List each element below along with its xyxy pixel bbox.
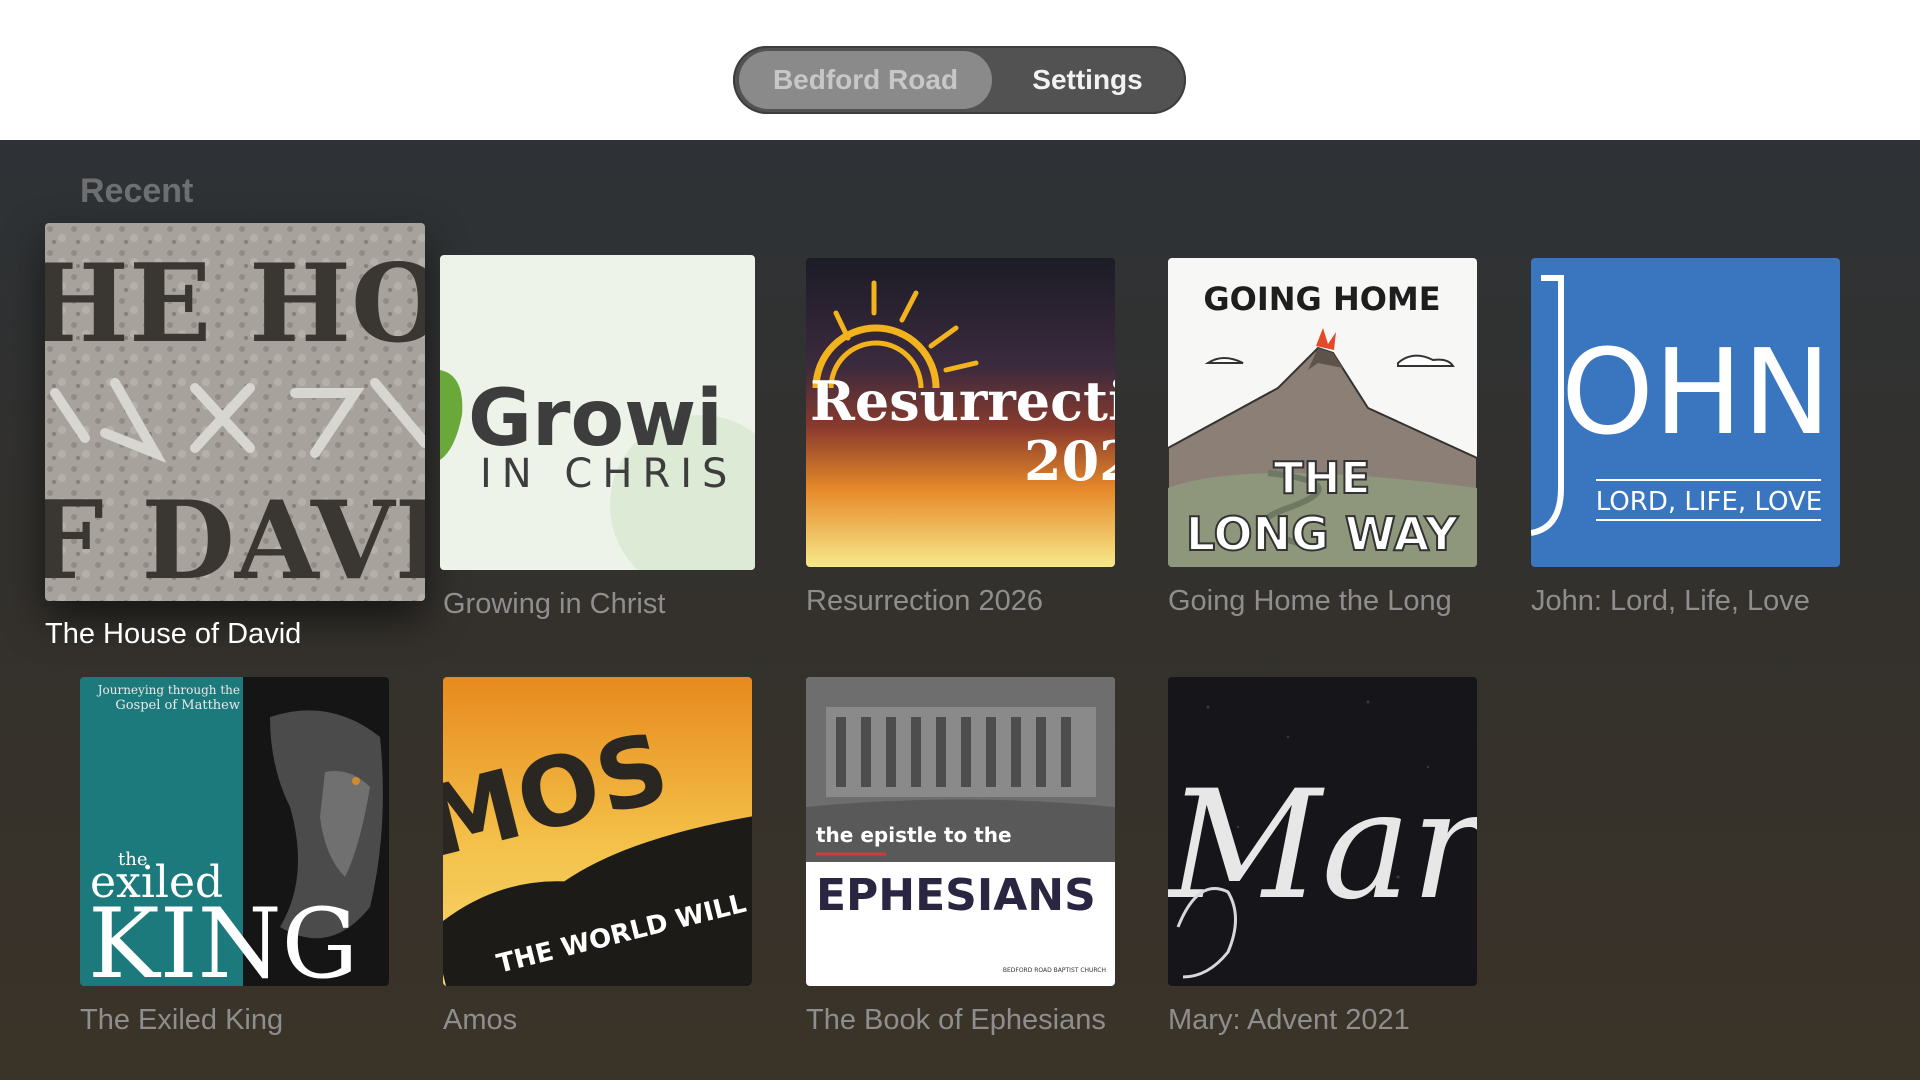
series-artwork: MOS THE WORLD WILL BE SH: [443, 677, 752, 986]
tab-settings[interactable]: Settings: [995, 51, 1180, 109]
series-artwork: Mary: [1168, 677, 1477, 986]
artwork-line-3: LONG WAY: [1186, 507, 1459, 561]
content-area: Recent HE HOU F DAVI The House of David: [0, 140, 1920, 1080]
artwork-line-1: HE HOU: [45, 241, 425, 367]
series-artwork: Growi IN CHRIS: [440, 255, 755, 570]
series-artwork: GOING HOME THE LONG WAY: [1168, 258, 1477, 567]
series-title: Amos: [443, 1004, 518, 1036]
series-artwork: HE HOU F DAVI: [45, 223, 425, 601]
series-artwork: Journeying through the Gospel of Matthew…: [80, 677, 389, 986]
artwork-line-1: GOING HOME: [1203, 280, 1440, 318]
artwork-line-2: EPHESIANS: [816, 870, 1096, 921]
series-title: The Exiled King: [80, 1004, 284, 1036]
series-title: The Book of Ephesians: [806, 1004, 1106, 1036]
series-title: John: Lord, Life, Love: [1531, 585, 1810, 617]
series-title: Resurrection 2026: [806, 585, 1043, 617]
artwork-line-5: KING: [88, 888, 358, 986]
top-bar: Bedford Road Settings: [0, 0, 1920, 140]
artwork-line-2: IN CHRIS: [480, 451, 737, 497]
artwork-line-2: Gospel of Matthew: [115, 698, 240, 713]
artwork-line-1: Mary: [1168, 759, 1477, 933]
artwork-line-1: the epistle to the: [816, 823, 1012, 847]
artwork-line-2: F DAVI: [45, 478, 425, 601]
series-artwork: the epistle to the EPHESIANS BEDFORD ROA…: [806, 677, 1115, 986]
series-artwork: OHN LORD, LIFE, LOVE: [1531, 258, 1840, 567]
series-title: Growing in Christ: [443, 588, 666, 620]
artwork-line-3: BEDFORD ROAD BAPTIST CHURCH: [1003, 967, 1106, 974]
tab-bedford-road[interactable]: Bedford Road: [739, 51, 992, 109]
artwork-line-1: Journeying through the: [96, 683, 240, 697]
series-title: Mary: Advent 2021: [1168, 1004, 1410, 1036]
artwork-line-2: THE: [1274, 453, 1371, 504]
artwork-line-1: OHN: [1561, 323, 1831, 461]
artwork-line-2: LORD, LIFE, LOVE: [1596, 487, 1822, 517]
series-title: Going Home the Long: [1168, 585, 1452, 617]
artwork-line-1: Resurrectio: [810, 369, 1115, 433]
series-artwork: Resurrectio 202: [806, 258, 1115, 567]
tab-bar: Bedford Road Settings: [733, 46, 1186, 114]
artwork-line-2: 202: [1024, 429, 1115, 493]
series-title: The House of David: [45, 618, 302, 650]
section-title: Recent: [80, 172, 194, 210]
